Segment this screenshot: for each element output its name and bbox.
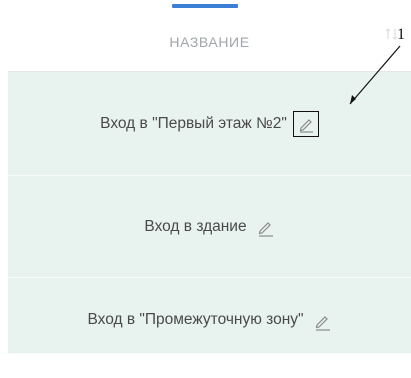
callout-number: 1 <box>397 26 405 43</box>
callout-arrow <box>349 45 401 105</box>
